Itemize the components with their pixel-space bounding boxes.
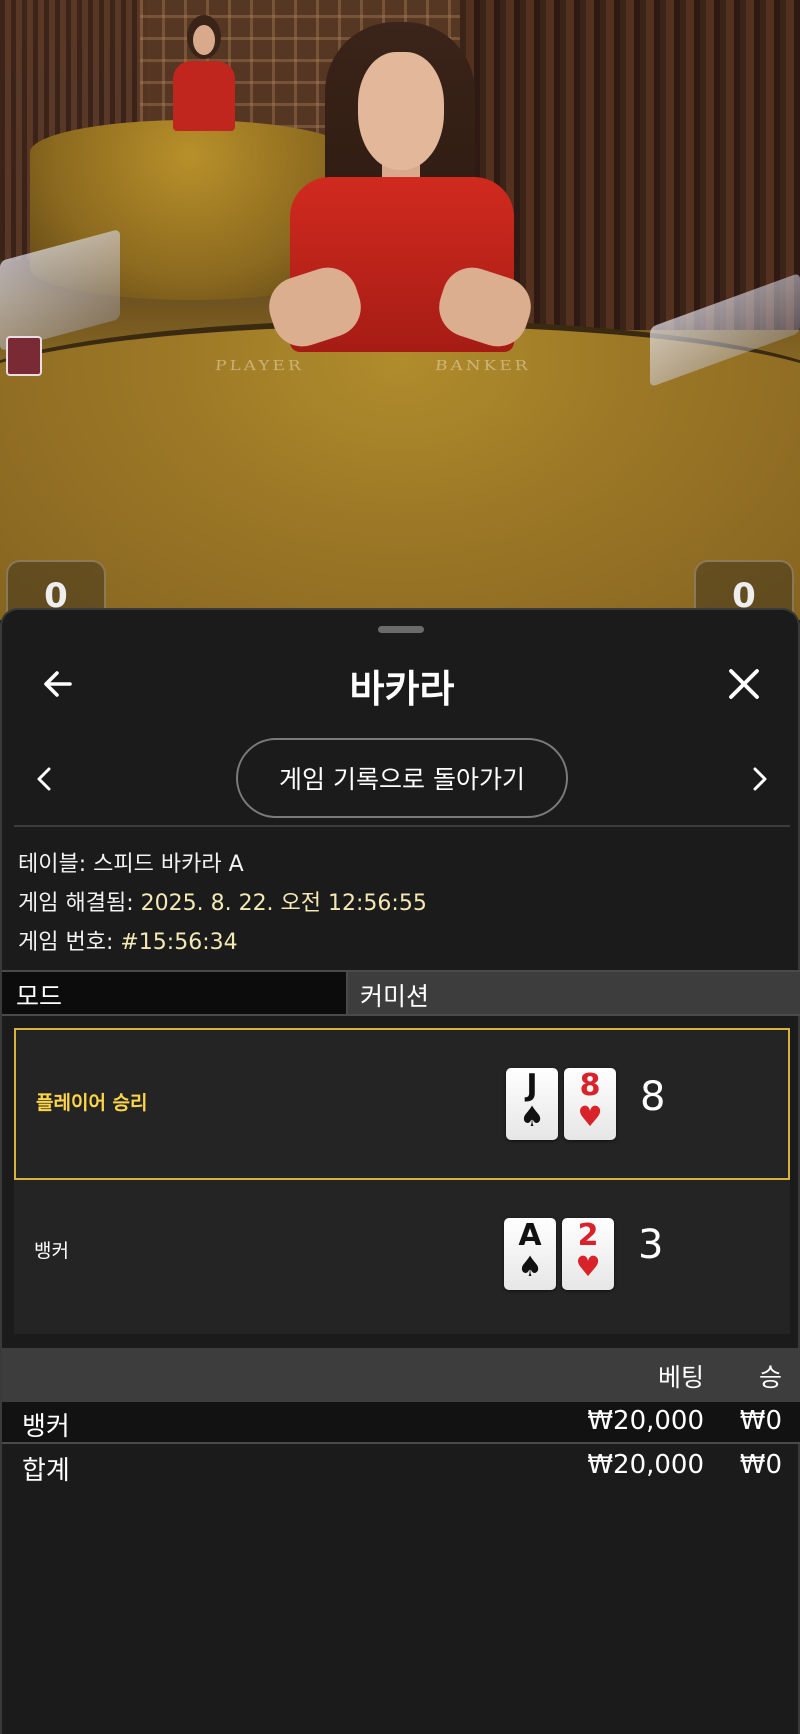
player-hand-score: 8 [640,1074,666,1120]
total-win-amount: ₩0 [739,1450,782,1480]
chevron-left-icon [37,767,51,791]
resolved-info: 게임 해결됨: 2025. 8. 22. 오전 12:56:55 [18,885,427,917]
table-label-banker: BANKER [434,357,532,375]
player-hand-label: 플레이어 승리 [36,1092,148,1114]
table-info: 테이블: 스피드 바카라 A [18,846,244,878]
playing-card: 2 ♥ [562,1218,614,1290]
bet-column-header: 베팅 [657,1363,704,1392]
previous-game-button[interactable] [24,756,64,802]
heart-suit-icon: ♥ [575,1250,601,1283]
win-column-header: 승 [758,1363,782,1392]
mode-value: 커미션 [348,972,800,1014]
playing-card: A ♠ [504,1218,556,1290]
player-hand: 플레이어 승리 J ♠ 8 ♥ 8 [14,1028,790,1180]
spade-suit-icon: ♠ [519,1100,545,1133]
live-video: PLAYER BANKER 0 0 [0,0,800,620]
table-row: 뱅커 ₩20,000 ₩0 [2,1402,800,1444]
page-title: 바카라 [349,667,455,711]
playing-card: 8 ♥ [564,1068,616,1140]
banker-hand: 뱅커 A ♠ 2 ♥ 3 [14,1182,790,1334]
card-rank: J [526,1068,538,1103]
total-bet-amount: ₩20,000 [587,1450,704,1480]
card-rank: 2 [577,1218,599,1253]
win-amount: ₩0 [739,1406,782,1436]
spade-suit-icon: ♠ [517,1250,543,1283]
resolved-info-label: 게임 해결됨: [18,891,134,916]
back-to-history-button[interactable]: 게임 기록으로 돌아가기 [236,738,568,818]
close-button[interactable] [716,656,772,712]
total-row: 합계 ₩20,000 ₩0 [2,1446,800,1488]
background-dealer [165,15,245,131]
bets-table-header: 베팅 승 [2,1348,800,1402]
divider [14,825,790,827]
game-number-label: 게임 번호: [18,930,114,955]
card-rank: A [518,1218,542,1253]
game-detail-sheet: 바카라 게임 기록으로 돌아가기 테이블: 스피드 바카라 A 게임 해결됨: … [0,608,800,1734]
card-rank: 8 [579,1068,601,1103]
card-pile [6,336,42,376]
mode-label: 모드 [2,972,348,1014]
total-label: 합계 [22,1456,70,1486]
resolved-info-value: 2025. 8. 22. 오전 12:56:55 [140,891,427,916]
chevron-right-icon [753,767,767,791]
game-number-info: 게임 번호: #15:56:34 [18,924,238,956]
table-info-label: 테이블: [18,852,87,877]
next-game-button[interactable] [740,756,780,802]
hands-panel: 플레이어 승리 J ♠ 8 ♥ 8 뱅커 A ♠ 2 ♥ 3 [14,1028,790,1334]
table-label-player: PLAYER [214,357,305,375]
mode-row: 모드 커미션 [2,970,800,1016]
sheet-drag-handle[interactable] [378,626,424,633]
close-icon [729,669,759,699]
banker-hand-label: 뱅커 [34,1240,69,1262]
banker-hand-score: 3 [638,1222,664,1268]
bet-amount: ₩20,000 [587,1406,704,1436]
game-number-value: #15:56:34 [120,930,238,955]
table-info-value: 스피드 바카라 A [93,852,244,877]
heart-suit-icon: ♥ [577,1100,603,1133]
divider [2,1442,800,1444]
dealer [261,22,540,355]
bet-name: 뱅커 [22,1412,70,1442]
playing-card: J ♠ [506,1068,558,1140]
